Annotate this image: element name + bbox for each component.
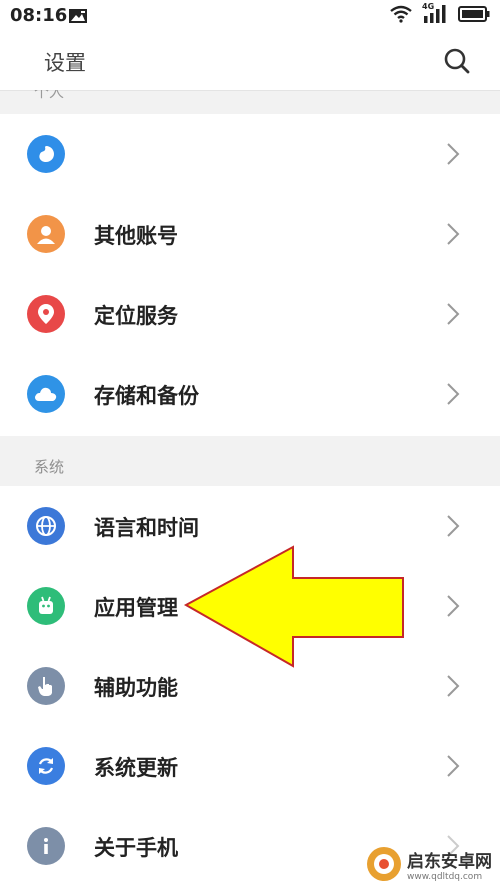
hand-icon	[27, 667, 65, 705]
refresh-icon	[27, 747, 65, 785]
settings-row-label: 关于手机	[94, 836, 178, 860]
chevron-right-icon	[447, 515, 460, 537]
person-icon	[27, 215, 65, 253]
signal-icon: 4G	[422, 2, 448, 28]
section-label-personal: 个人	[34, 90, 65, 100]
annotation-arrow	[183, 545, 404, 668]
app-header: 设置	[0, 32, 500, 91]
globe-icon	[27, 507, 65, 545]
settings-row-system-update[interactable]: 系统更新	[0, 726, 500, 806]
wifi-icon	[390, 5, 412, 27]
settings-row-account[interactable]	[0, 114, 500, 194]
watermark-url: www.qdltdq.com	[407, 871, 483, 882]
account-section: 其他账号 定位服务 存储和备份	[0, 114, 500, 436]
settings-row-label: 辅助功能	[94, 676, 178, 700]
image-notification-icon	[68, 8, 88, 28]
info-icon	[27, 827, 65, 865]
cloud-icon	[27, 375, 65, 413]
chevron-right-icon	[447, 223, 460, 245]
chevron-right-icon	[447, 755, 460, 777]
settings-row-label: 其他账号	[94, 224, 178, 248]
chevron-right-icon	[447, 143, 460, 165]
flyme-account-icon	[27, 135, 65, 173]
chevron-right-icon	[447, 303, 460, 325]
android-icon	[27, 587, 65, 625]
settings-row-location[interactable]: 定位服务	[0, 274, 500, 354]
settings-row-label: 应用管理	[94, 596, 178, 620]
watermark-logo-icon	[367, 847, 401, 881]
chevron-right-icon	[447, 595, 460, 617]
watermark-text: 启东安卓网 www.qdltdq.com	[407, 847, 492, 882]
search-icon	[444, 48, 470, 74]
page-title: 设置	[44, 51, 86, 75]
settings-row-label: 存储和备份	[94, 384, 199, 408]
chevron-right-icon	[447, 675, 460, 697]
network-type: 4G	[422, 2, 435, 11]
settings-row-storage-backup[interactable]: 存储和备份	[0, 354, 500, 434]
status-bar: 08:16 4G	[0, 0, 500, 32]
settings-row-label: 定位服务	[94, 304, 178, 328]
search-button[interactable]	[442, 46, 472, 76]
settings-row-label: 系统更新	[94, 756, 178, 780]
settings-row-label: 语言和时间	[94, 516, 199, 540]
settings-row-other-accounts[interactable]: 其他账号	[0, 194, 500, 274]
chevron-right-icon	[447, 383, 460, 405]
watermark: 启东安卓网 www.qdltdq.com	[365, 845, 492, 883]
watermark-title: 启东安卓网	[407, 851, 492, 872]
section-label-system: 系统	[34, 458, 65, 476]
status-time: 08:16	[10, 5, 68, 26]
battery-icon	[458, 6, 490, 26]
location-pin-icon	[27, 295, 65, 333]
